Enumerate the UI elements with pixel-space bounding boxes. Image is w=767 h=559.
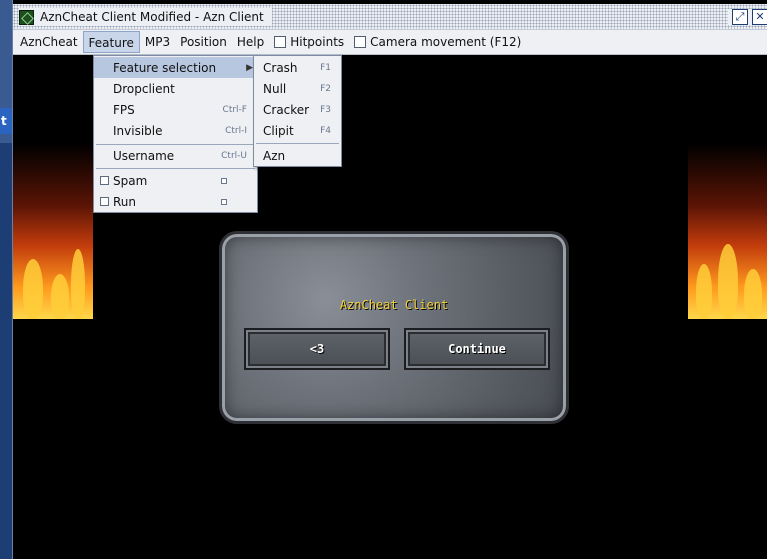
feature-selection-submenu: Crash F1 Null F2 Cracker F3 Clipit F4 Az… (253, 55, 342, 167)
menu-item-label: Spam (113, 173, 148, 188)
submenu-arrow-icon: ▶ (246, 62, 253, 73)
login-dialog: AznCheat Client <3 Continue (219, 231, 569, 424)
menu-item-accelerator: Ctrl-F (222, 104, 247, 115)
restore-icon[interactable]: ⤢ (732, 9, 748, 25)
menu-item-invisible[interactable]: Invisible Ctrl-I (94, 120, 257, 141)
menu-mp3[interactable]: MP3 (140, 31, 175, 53)
spam-checkbox[interactable] (100, 176, 109, 185)
menu-item-username[interactable]: Username Ctrl-U (94, 145, 257, 166)
feature-menu: Feature selection ▶ Dropclient FPS Ctrl-… (93, 55, 258, 213)
menu-item-dropclient[interactable]: Dropclient (94, 78, 257, 99)
fire-left (13, 144, 93, 319)
hitpoints-checkbox[interactable] (274, 36, 287, 48)
desktop-edge-band (0, 143, 12, 559)
menu-item-accelerator: F4 (320, 125, 331, 136)
close-icon[interactable]: ✕ (752, 9, 767, 25)
submenu-item-crash[interactable]: Crash F1 (254, 57, 341, 78)
menu-item-feature-selection[interactable]: Feature selection ▶ (94, 57, 257, 78)
hitpoints-checkbox-item[interactable]: Hitpoints (269, 31, 349, 53)
client-window: AznCheat Client Modified - Azn Client ⤢ … (12, 0, 767, 559)
desktop-edge: t (0, 0, 12, 559)
menu-item-label: Cracker (263, 102, 310, 117)
menu-azncheat[interactable]: AznCheat (15, 31, 83, 53)
app-icon (19, 9, 34, 25)
menu-item-accelerator: Ctrl-I (225, 125, 247, 136)
menu-help[interactable]: Help (232, 31, 269, 53)
dialog-title: AznCheat Client (339, 298, 449, 312)
desktop-edge-label[interactable]: t (0, 108, 12, 134)
menu-item-label: Azn (263, 148, 286, 163)
menu-item-label: Invisible (113, 123, 163, 138)
menu-separator (96, 168, 255, 169)
camera-movement-label: Camera movement (F12) (370, 35, 522, 49)
menu-item-accelerator: Ctrl-U (221, 150, 247, 161)
camera-movement-checkbox-item[interactable]: Camera movement (F12) (349, 31, 526, 53)
menu-item-accelerator: F1 (320, 62, 331, 73)
menu-item-label: Feature selection (113, 60, 217, 75)
hitpoints-label: Hitpoints (290, 35, 345, 49)
menu-item-label: Dropclient (113, 81, 175, 96)
menu-feature[interactable]: Feature (82, 31, 140, 53)
heart-button[interactable]: <3 (244, 328, 390, 370)
run-checkbox[interactable] (100, 197, 109, 206)
submenu-item-cracker[interactable]: Cracker F3 (254, 99, 341, 120)
menu-item-label: Run (113, 194, 137, 209)
menu-item-run[interactable]: Run (94, 191, 257, 212)
menu-separator (256, 143, 339, 144)
menu-item-label: Crash (263, 60, 298, 75)
menu-item-accelerator: F3 (320, 104, 331, 115)
camera-movement-checkbox[interactable] (354, 36, 367, 48)
menu-item-fps[interactable]: FPS Ctrl-F (94, 99, 257, 120)
menu-bar: AznCheat Feature MP3 Position Help Hitpo… (13, 30, 767, 55)
submenu-item-null[interactable]: Null F2 (254, 78, 341, 99)
menu-item-label: FPS (113, 102, 135, 117)
accelerator-box-icon (221, 198, 227, 205)
screen: t AznCheat Client Modified - Azn Client … (0, 0, 767, 559)
continue-button[interactable]: Continue (404, 328, 550, 370)
menu-position[interactable]: Position (175, 31, 232, 53)
submenu-item-clipit[interactable]: Clipit F4 (254, 120, 341, 141)
title-wrap: AznCheat Client Modified - Azn Client (19, 8, 272, 26)
menu-item-label: Clipit (263, 123, 294, 138)
fire-right (688, 144, 767, 319)
menu-item-spam[interactable]: Spam (94, 170, 257, 191)
accelerator-box-icon (221, 177, 227, 184)
window-title: AznCheat Client Modified - Azn Client (40, 10, 264, 24)
window-controls: ⤢ ✕ (728, 9, 767, 25)
menu-item-label: Null (263, 81, 287, 96)
submenu-item-azn[interactable]: Azn (254, 145, 341, 166)
menu-item-label: Username (113, 148, 175, 163)
menu-item-accelerator: F2 (320, 83, 331, 94)
title-bar[interactable]: AznCheat Client Modified - Azn Client ⤢ … (13, 4, 767, 30)
